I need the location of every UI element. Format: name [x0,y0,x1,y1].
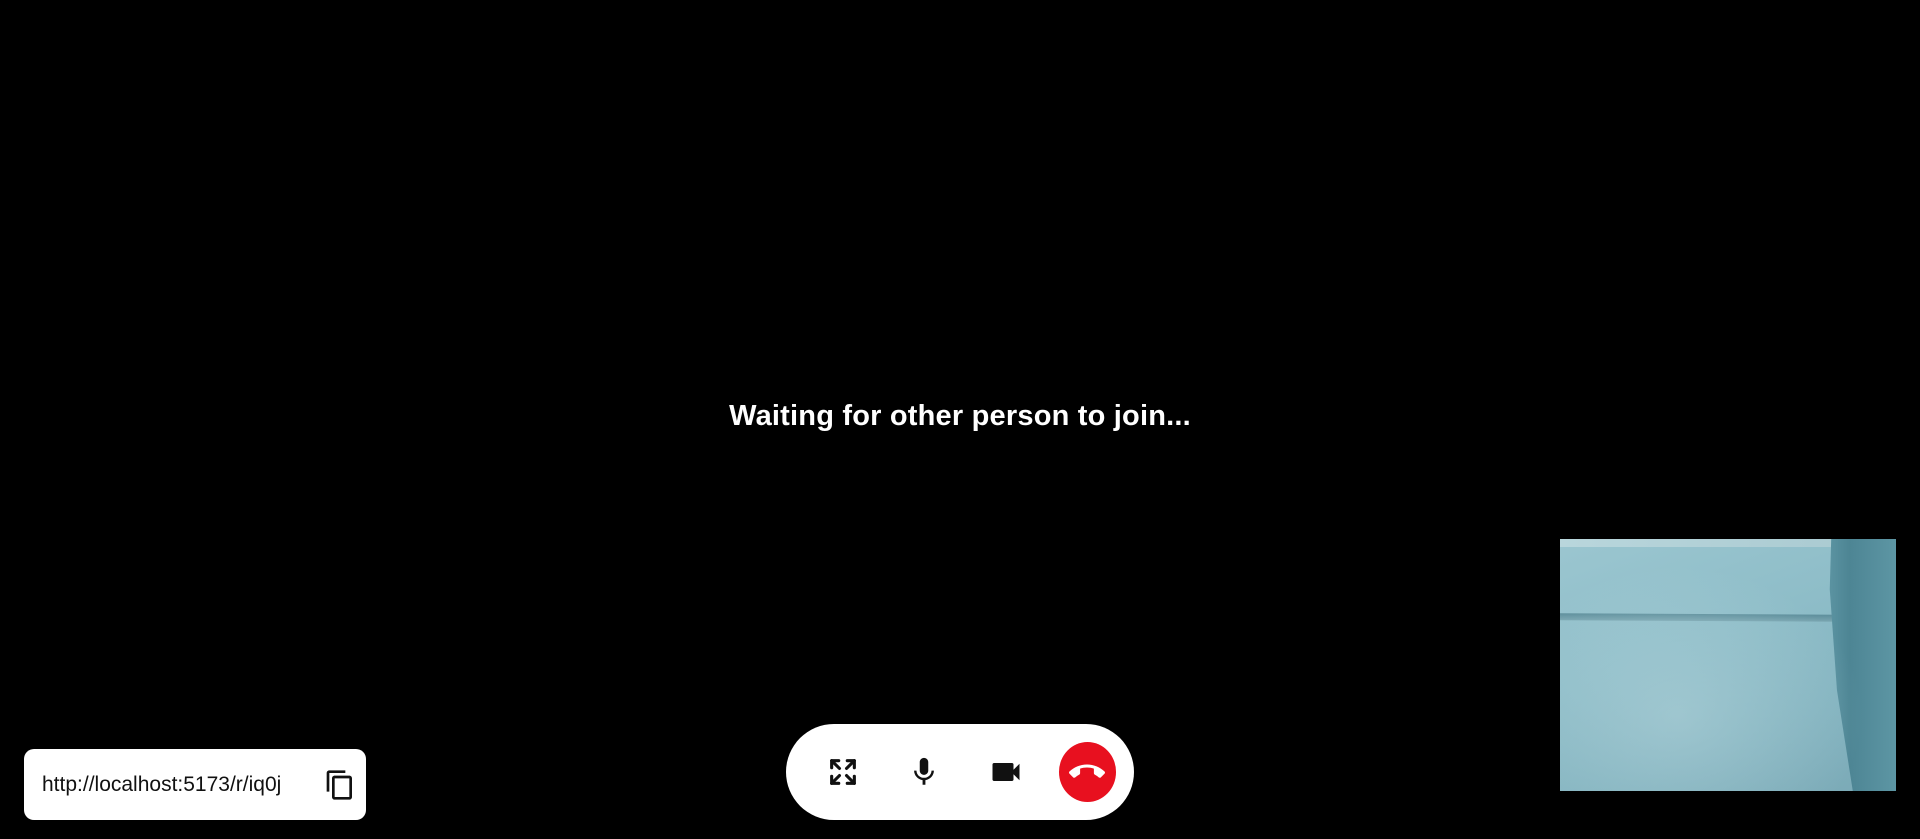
microphone-button[interactable] [896,742,954,802]
share-link-box [24,749,366,820]
fullscreen-icon [829,759,856,785]
waiting-status-text: Waiting for other person to join... [729,400,1191,432]
video-camera-icon [992,763,1020,781]
share-link-input[interactable] [42,764,324,805]
hang-up-icon [1069,764,1106,778]
video-call-stage: Waiting for other person to join... [0,0,1920,839]
camera-button[interactable] [977,742,1035,802]
fullscreen-button[interactable] [814,742,872,802]
copy-link-button[interactable] [324,765,356,805]
local-video-preview [1560,539,1896,791]
microphone-icon [914,757,935,785]
end-call-button[interactable] [1058,742,1116,802]
call-controls-bar [786,724,1134,820]
copy-icon [326,769,352,800]
video-light-shade [1560,539,1896,791]
